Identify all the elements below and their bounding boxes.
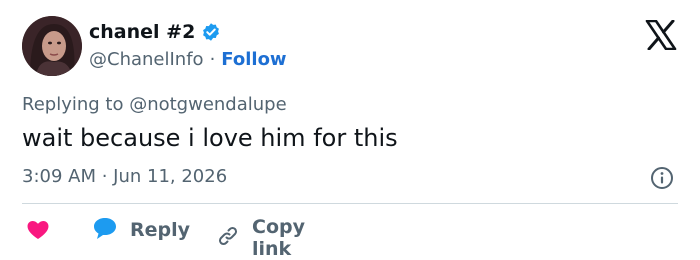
heart-icon (26, 220, 50, 244)
reply-label: Reply (130, 219, 191, 241)
reply-button[interactable]: Reply (92, 216, 190, 244)
author-display-name[interactable]: chanel #2 (89, 21, 195, 43)
info-icon[interactable] (650, 166, 674, 190)
handle-separator: · (209, 49, 216, 70)
reply-bubble-icon (92, 216, 118, 244)
avatar-image (22, 16, 82, 76)
x-logo-icon[interactable] (645, 19, 677, 51)
tweet-text: wait because i love him for this (22, 124, 398, 152)
divider (22, 203, 678, 204)
copy-link-label: Copy link (252, 216, 305, 260)
author-name-row: chanel #2 (89, 21, 221, 43)
avatar[interactable] (22, 16, 82, 76)
follow-button[interactable]: Follow (221, 49, 286, 70)
tweet-timestamp[interactable]: 3:09 AM · Jun 11, 2026 (22, 166, 227, 187)
copy-link-button[interactable]: Copy link (216, 216, 305, 260)
author-handle[interactable]: @ChanelInfo (89, 49, 204, 70)
verified-badge-icon (201, 22, 221, 42)
tweet-card: chanel #2 @ChanelInfo · Follow Replying … (0, 0, 700, 260)
replying-to-text[interactable]: Replying to @notgwendalupe (22, 94, 287, 115)
author-handle-row: @ChanelInfo · Follow (89, 49, 287, 70)
link-icon (216, 224, 240, 252)
like-button[interactable] (26, 220, 50, 244)
